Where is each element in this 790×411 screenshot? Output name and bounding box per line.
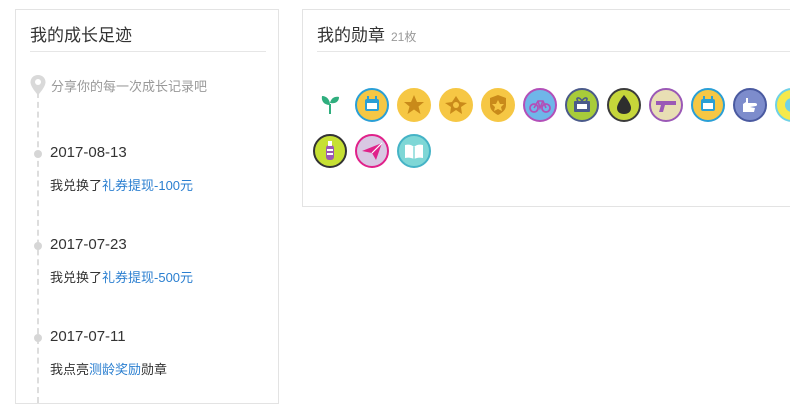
growth-title: 我的成长足迹 (30, 26, 132, 45)
gun-badge[interactable] (649, 88, 683, 122)
hand-badge[interactable] (733, 88, 767, 122)
medals-title: 我的勋章 21枚 (317, 21, 416, 46)
drop-badge[interactable] (607, 88, 641, 122)
bicycle-badge[interactable] (523, 88, 557, 122)
bottle-badge[interactable] (313, 134, 347, 168)
medals-title-text: 我的勋章 (317, 26, 385, 45)
divider (317, 51, 790, 52)
growth-panel: 我的成长足迹 分享你的每一次成长记录吧 2017-08-13 我兑换了礼券提现-… (15, 9, 279, 404)
bottle-icon (326, 141, 334, 160)
book-icon (405, 144, 423, 159)
entry-suffix: 勋章 (141, 362, 168, 377)
star-shield-badge[interactable] (397, 88, 431, 122)
entry-date: 2017-07-23 (50, 236, 127, 253)
entry-link[interactable]: 礼券提现-500元 (102, 270, 193, 285)
location-pin-icon (30, 75, 46, 95)
timeline-entry: 2017-07-11 我点亮测龄奖励勋章 (16, 328, 266, 388)
entry-date: 2017-08-13 (50, 144, 127, 161)
calendar-icon (365, 96, 379, 111)
calendar-badge[interactable] (355, 88, 389, 122)
sprout-icon (321, 96, 339, 114)
medals-count: 21枚 (391, 30, 417, 44)
divider (30, 51, 266, 52)
sprout-badge[interactable] (313, 88, 347, 122)
wings-badge[interactable] (439, 88, 473, 122)
gun-icon (656, 101, 676, 112)
book-badge[interactable] (397, 134, 431, 168)
entry-prefix: 我点亮 (50, 362, 90, 377)
entry-text: 我兑换了礼券提现-100元 (50, 175, 193, 194)
paper-plane-badge[interactable] (355, 134, 389, 168)
share-hint[interactable]: 分享你的每一次成长记录吧 (51, 76, 207, 95)
partial-badge[interactable] (775, 88, 790, 122)
hand-icon (743, 98, 758, 112)
calendar-icon (701, 96, 715, 111)
bicycle-icon (529, 100, 551, 113)
shield-icon (490, 95, 506, 115)
timeline-dot (34, 242, 42, 250)
entry-prefix: 我兑换了 (50, 178, 103, 193)
wings-icon (445, 96, 467, 114)
timeline-dot (34, 150, 42, 158)
timeline-entry: 2017-07-23 我兑换了礼券提现-500元 (16, 236, 266, 296)
calendar-badge[interactable] (691, 88, 725, 122)
shield-badge[interactable] (481, 88, 515, 122)
entry-prefix: 我兑换了 (50, 270, 103, 285)
gift-icon (574, 97, 590, 112)
entry-date: 2017-07-11 (50, 328, 126, 345)
entry-link[interactable]: 测龄奖励 (89, 362, 141, 377)
medal-list (313, 88, 790, 178)
timeline-entry: 2017-08-13 我兑换了礼券提现-100元 (16, 144, 266, 204)
paper-plane-icon (362, 142, 383, 160)
entry-link[interactable]: 礼券提现-100元 (102, 178, 193, 193)
medals-panel: 我的勋章 21枚 (302, 9, 790, 207)
entry-text: 我兑换了礼券提现-500元 (50, 267, 193, 286)
entry-text: 我点亮测龄奖励勋章 (50, 359, 167, 378)
gift-badge[interactable] (565, 88, 599, 122)
partial-icon (785, 98, 790, 112)
timeline-dot (34, 334, 42, 342)
drop-icon (617, 95, 631, 114)
star-shield-icon (404, 95, 424, 114)
